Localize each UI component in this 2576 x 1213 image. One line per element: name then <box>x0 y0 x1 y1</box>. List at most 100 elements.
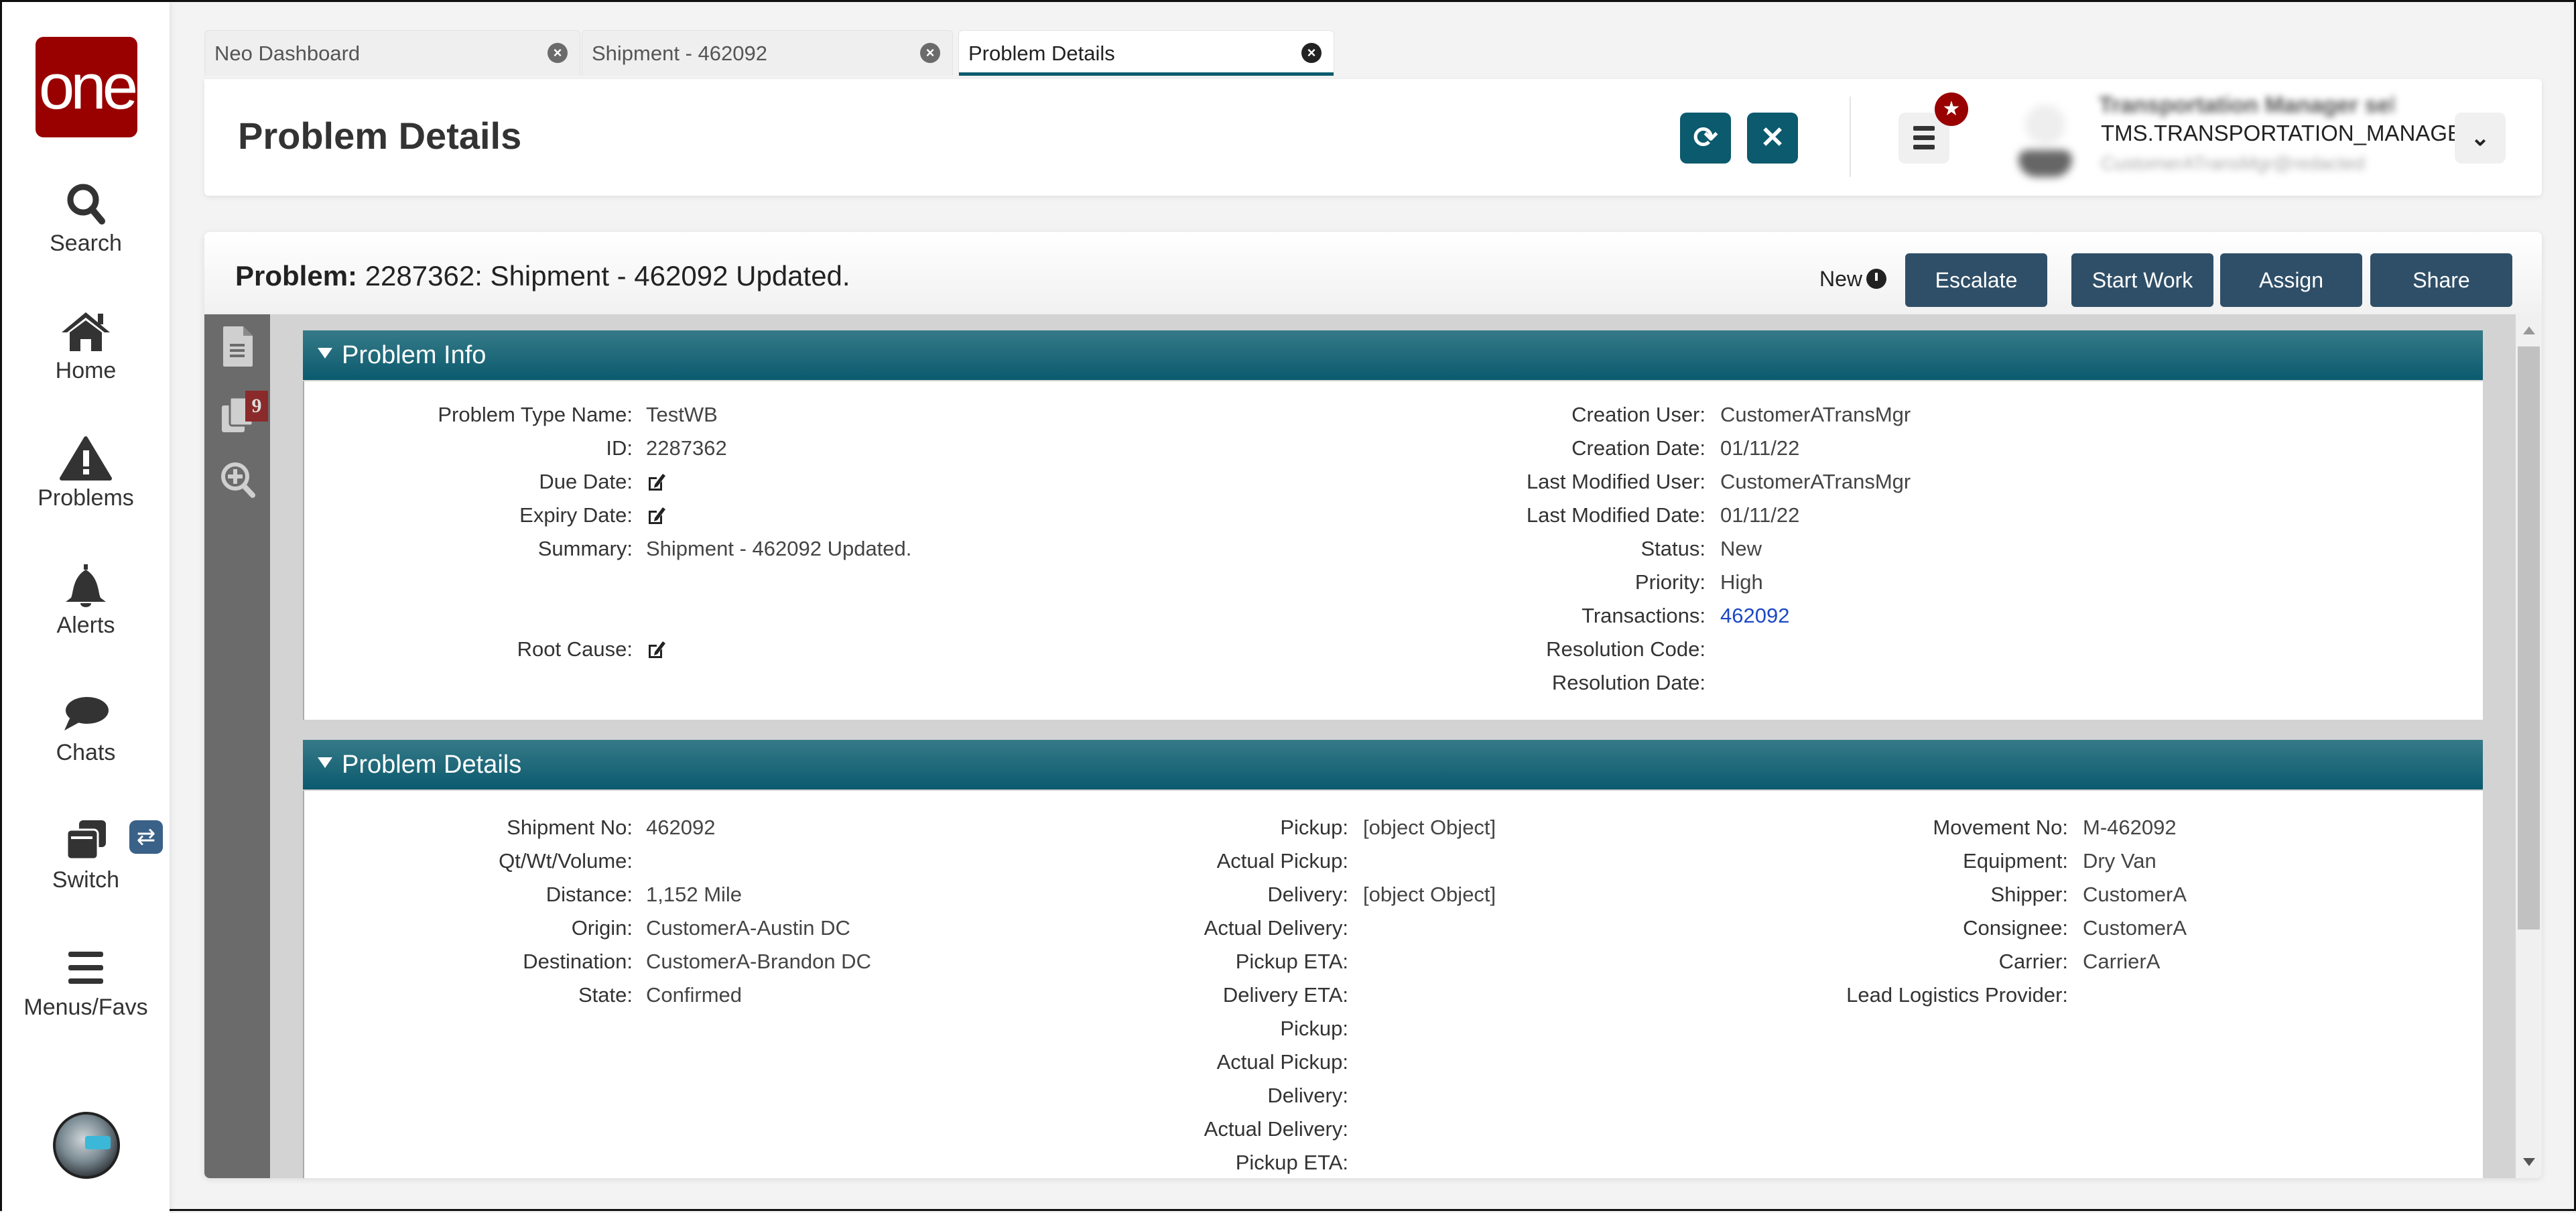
zoom-in-icon[interactable] <box>219 459 257 502</box>
scroll-down-arrow-icon[interactable] <box>2523 1158 2535 1166</box>
field-label: Creation User: <box>1571 403 1705 426</box>
field-row: Pickup ETA: <box>304 1149 1348 1176</box>
field-value: M-462092 <box>2083 816 2177 839</box>
nav-item-alerts[interactable]: Alerts <box>2 562 170 639</box>
nav-item-menus-favs[interactable]: Menus/Favs <box>2 944 170 1021</box>
close-page-button[interactable]: ✕ <box>1747 113 1798 164</box>
tab-close-icon[interactable]: × <box>920 43 940 63</box>
page-title: Problem Details <box>238 115 522 157</box>
field-label: Delivery: <box>1267 1084 1348 1107</box>
one-logo[interactable]: one <box>36 37 138 137</box>
problem-card: Problem: 2287362: Shipment - 462092 Upda… <box>204 232 2542 1178</box>
transaction-link[interactable]: 462092 <box>1720 602 1789 629</box>
field-row: Actual Delivery: <box>304 1116 1348 1143</box>
chat-icon <box>64 697 109 730</box>
problem-title: Problem: 2287362: Shipment - 462092 Upda… <box>235 260 850 292</box>
field-row: Resolution Code: <box>304 636 1705 663</box>
nav-item-home[interactable]: Home <box>2 307 170 384</box>
problem-details-header[interactable]: Problem Details <box>303 740 2483 789</box>
section-title: Problem Details <box>342 751 522 779</box>
field-label: Consignee: <box>1963 916 2068 940</box>
field-label: Resolution Date: <box>1551 671 1705 694</box>
escalate-button[interactable]: Escalate <box>1905 253 2047 307</box>
field-row: Transactions: <box>304 602 1705 629</box>
tab-close-icon[interactable]: × <box>548 43 568 63</box>
user-dropdown-button[interactable]: ⌄ <box>2455 113 2506 164</box>
status-text: New <box>1819 267 1863 291</box>
field-row: Movement No: <box>304 814 2068 841</box>
nav-item-problems[interactable]: Problems <box>2 434 170 511</box>
side-rail: 9 <box>204 314 270 1178</box>
field-label: Pickup: <box>1280 1017 1348 1040</box>
field-label: Status: <box>1640 537 1706 560</box>
field-label: Equipment: <box>1963 849 2068 873</box>
user-name: Transportation Manager self <box>2099 92 2394 118</box>
nav-label: Switch <box>52 867 120 893</box>
field-value: CustomerATransMgr <box>1720 470 1911 493</box>
refresh-button[interactable]: ⟳ <box>1680 113 1731 164</box>
nav-item-chats[interactable]: Chats <box>2 689 170 766</box>
field-row: Last Modified User: <box>304 468 1705 495</box>
menu-bar <box>1913 145 1935 149</box>
problem-header: Problem: 2287362: Shipment - 462092 Upda… <box>204 232 2542 314</box>
share-button[interactable]: Share <box>2370 253 2512 307</box>
nav-label: Menus/Favs <box>23 995 148 1020</box>
collapse-triangle-icon <box>318 757 332 768</box>
field-value: New <box>1720 537 1762 560</box>
field-row: Resolution Date: <box>304 669 1705 696</box>
field-row: Lead Logistics Provider: <box>304 982 2068 1009</box>
field-row: Pickup: <box>304 1015 1348 1042</box>
problem-info-header[interactable]: Problem Info <box>303 330 2483 380</box>
menu-icon <box>68 952 103 984</box>
field-row: Creation Date: <box>304 435 1705 462</box>
field-row: Delivery: <box>304 1082 1348 1109</box>
switch-arrows-icon[interactable]: ⇄ <box>129 820 163 854</box>
problem-details-body: Shipment No: 462092 Qt/Wt/Volume: Distance:… <box>303 791 2483 1178</box>
field-label: Priority: <box>1634 570 1705 594</box>
start-work-button[interactable]: Start Work <box>2071 253 2213 307</box>
document-icon[interactable] <box>219 325 257 368</box>
scrollbar-thumb[interactable] <box>2518 346 2540 930</box>
field-row: Creation User: <box>304 401 1705 428</box>
tab-neo-dashboard[interactable]: Neo Dashboard × <box>204 30 580 76</box>
field-value: High <box>1720 570 1763 594</box>
field-label: Resolution Code: <box>1546 637 1705 661</box>
field-label: Carrier: <box>1998 950 2068 973</box>
warning-icon <box>60 436 112 481</box>
field-row: Carrier: <box>304 948 2068 975</box>
copies-count-badge: 9 <box>245 391 268 422</box>
user-avatar[interactable] <box>2005 97 2091 181</box>
field-label: Shipper: <box>1990 883 2068 906</box>
tab-label: Neo Dashboard <box>214 42 361 65</box>
field-label: Actual Delivery: <box>1204 1117 1348 1141</box>
field-label: Pickup ETA: <box>1235 1151 1348 1174</box>
favorite-star-icon[interactable]: ★ <box>1935 92 1968 126</box>
field-label: Creation Date: <box>1571 436 1705 460</box>
tab-close-icon[interactable]: × <box>1301 43 1322 63</box>
assistant-avatar[interactable] <box>53 1112 120 1179</box>
field-value: 01/11/22 <box>1720 436 1800 460</box>
assign-button[interactable]: Assign <box>2220 253 2362 307</box>
vertical-scrollbar[interactable] <box>2516 314 2542 1178</box>
nav-item-search[interactable]: Search <box>2 180 170 257</box>
page-header: Problem Details ⟳ ✕ ★ Transportation Man… <box>204 79 2542 196</box>
field-row: Status: <box>304 535 1706 562</box>
refresh-icon: ⟳ <box>1693 121 1718 154</box>
left-navigation: one Search Home Problems Alerts Chats Sw… <box>2 2 170 1213</box>
field-row: Last Modified Date: <box>304 502 1705 529</box>
scroll-up-arrow-icon[interactable] <box>2523 326 2535 334</box>
field-label: Transactions: <box>1582 604 1705 627</box>
tab-label: Problem Details <box>968 42 1115 65</box>
nav-label: Problems <box>38 485 134 511</box>
tab-problem-details[interactable]: Problem Details × <box>958 30 1334 76</box>
field-row: Consignee: <box>304 915 2068 942</box>
nav-label: Home <box>55 358 117 383</box>
field-row: Actual Pickup: <box>304 1049 1348 1076</box>
tab-shipment[interactable]: Shipment - 462092 × <box>582 30 953 76</box>
problem-status: New <box>1819 267 1887 292</box>
switch-icon <box>66 820 106 860</box>
nav-label: Chats <box>56 740 116 765</box>
user-role: TMS.TRANSPORTATION_MANAGER <box>2101 121 2478 145</box>
field-label: Last Modified User: <box>1526 470 1705 493</box>
field-value: CustomerATransMgr <box>1720 403 1911 426</box>
